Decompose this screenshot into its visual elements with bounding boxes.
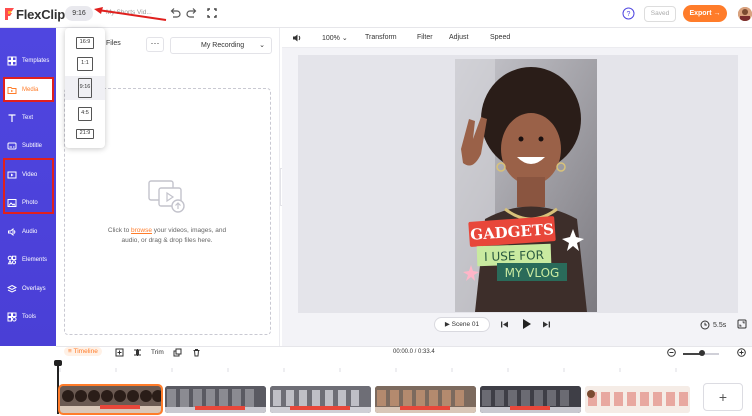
timeline-clip[interactable]: [270, 386, 371, 413]
ratio-option-4-5[interactable]: 4:5: [65, 107, 105, 121]
ratio-option-1-1[interactable]: 1:1: [65, 57, 105, 71]
ratio-option-16-9[interactable]: 16:9: [65, 37, 105, 49]
ratio-option-21-9[interactable]: 21:9: [65, 129, 105, 139]
templates-icon: [7, 56, 17, 66]
next-icon[interactable]: [542, 320, 551, 329]
timeline-clip[interactable]: [375, 386, 476, 413]
add-clip-button[interactable]: +: [703, 383, 743, 411]
clock-icon: [700, 320, 710, 330]
chevron-down-icon: ⌄: [259, 42, 265, 49]
tools-icon: [7, 312, 17, 322]
previous-icon[interactable]: [500, 320, 509, 329]
clip-thumbnails: [585, 386, 690, 413]
annotation-arrow-icon: [94, 7, 167, 21]
sidebar-item-subtitle[interactable]: Subtitle: [3, 134, 53, 158]
clip-thumbnails: [375, 386, 476, 413]
overlay-title-line2: I USE FOR: [484, 248, 544, 264]
timeline-clip[interactable]: [480, 386, 581, 413]
overlay-title-line3: MY VLOG: [505, 266, 560, 280]
video-frame-image: GADGETS I USE FOR MY VLOG: [455, 59, 597, 312]
source-select[interactable]: My Recording ⌄: [170, 37, 272, 54]
sidebar-item-label: Elements: [22, 257, 48, 263]
trim-button[interactable]: Trim: [151, 349, 164, 356]
sidebar-item-label: Templates: [22, 58, 50, 64]
ratio-option-9-16[interactable]: 9:16: [65, 76, 105, 100]
clip-thumbnails: [480, 386, 581, 413]
video-preview[interactable]: GADGETS I USE FOR MY VLOG: [455, 59, 597, 312]
highlight-video-photo: [3, 158, 54, 214]
tab-files[interactable]: Files: [106, 40, 121, 47]
zoom-select[interactable]: 100% ⌄: [322, 34, 348, 42]
timeline-toggle[interactable]: ≡ Timeline: [64, 347, 102, 356]
ruler-ticks: [59, 368, 677, 372]
logo[interactable]: FlexClip: [4, 6, 65, 22]
transform-button[interactable]: Transform: [365, 34, 397, 41]
redo-icon[interactable]: [185, 6, 199, 20]
scene-selector[interactable]: ▶ Scene 01: [434, 317, 490, 332]
logo-text: FlexClip: [16, 6, 65, 22]
text-icon: [8, 114, 16, 122]
help-icon[interactable]: ?: [622, 7, 635, 20]
sidebar-item-text[interactable]: Text: [3, 106, 53, 130]
source-select-value: My Recording: [201, 42, 245, 49]
elements-icon: [7, 255, 17, 265]
user-avatar-icon: [738, 7, 752, 21]
scene-duration[interactable]: 5.5s: [700, 320, 726, 330]
sidebar-item-label: Tools: [22, 314, 37, 320]
timeline-ruler: [56, 362, 752, 372]
avatar[interactable]: [738, 7, 752, 21]
timeline-toggle-icon: ≡: [68, 348, 72, 355]
volume-icon[interactable]: [292, 33, 302, 43]
fullscreen-icon[interactable]: [205, 6, 219, 20]
playhead[interactable]: [57, 362, 59, 414]
sidebar-item-label: Overlays: [22, 286, 46, 292]
timecode: 00:00.0 / 0:33.4: [393, 349, 435, 355]
export-button[interactable]: Export →: [683, 5, 727, 22]
audio-icon: [8, 227, 16, 237]
sidebar-item-elements[interactable]: Elements: [3, 248, 53, 272]
duplicate-icon[interactable]: [173, 348, 182, 357]
zoom-out-icon[interactable]: [667, 348, 676, 357]
flexclip-logo-icon: [5, 8, 14, 20]
sidebar-item-label: Audio: [22, 229, 38, 235]
subtitle-icon: [7, 142, 17, 150]
sidebar-item-label: Text: [22, 115, 34, 121]
adjust-button[interactable]: Adjust: [449, 34, 468, 41]
upload-instructions: Click to browse your videos, images, and…: [107, 227, 227, 244]
upload-media-icon: [148, 180, 185, 213]
expand-preview-icon[interactable]: [737, 319, 747, 329]
timeline-clip[interactable]: [58, 384, 163, 415]
timeline-clip[interactable]: [165, 386, 266, 413]
undo-icon[interactable]: [168, 6, 182, 20]
timeline-zoom-handle[interactable]: [699, 350, 705, 356]
sidebar-item-tools[interactable]: Tools: [3, 305, 53, 329]
sidebar-item-overlays[interactable]: Overlays: [3, 277, 53, 301]
add-scene-icon[interactable]: [115, 348, 124, 357]
overlays-icon: [7, 284, 17, 293]
sidebar-item-templates[interactable]: Templates: [3, 49, 53, 73]
more-options-button[interactable]: ···: [146, 37, 164, 52]
speed-button[interactable]: Speed: [490, 34, 510, 41]
clip-thumbnails: [270, 386, 371, 413]
clip-thumbnails: [60, 386, 161, 413]
playhead-handle[interactable]: [54, 360, 62, 366]
split-icon[interactable]: [133, 348, 142, 357]
saved-button[interactable]: Saved: [644, 6, 676, 22]
browse-link[interactable]: browse: [131, 227, 152, 234]
clip-thumbnails: [165, 386, 266, 413]
zoom-in-icon[interactable]: [737, 348, 746, 357]
timeline-clip[interactable]: [585, 386, 690, 413]
sidebar-item-audio[interactable]: Audio: [3, 220, 53, 244]
editor-toolbar: [282, 28, 752, 48]
svg-text:?: ?: [627, 11, 631, 18]
sidebar-item-label: Subtitle: [22, 143, 43, 149]
highlight-media: [3, 77, 54, 102]
play-icon[interactable]: [521, 318, 532, 330]
delete-icon[interactable]: [192, 348, 201, 357]
filter-button[interactable]: Filter: [417, 34, 433, 41]
